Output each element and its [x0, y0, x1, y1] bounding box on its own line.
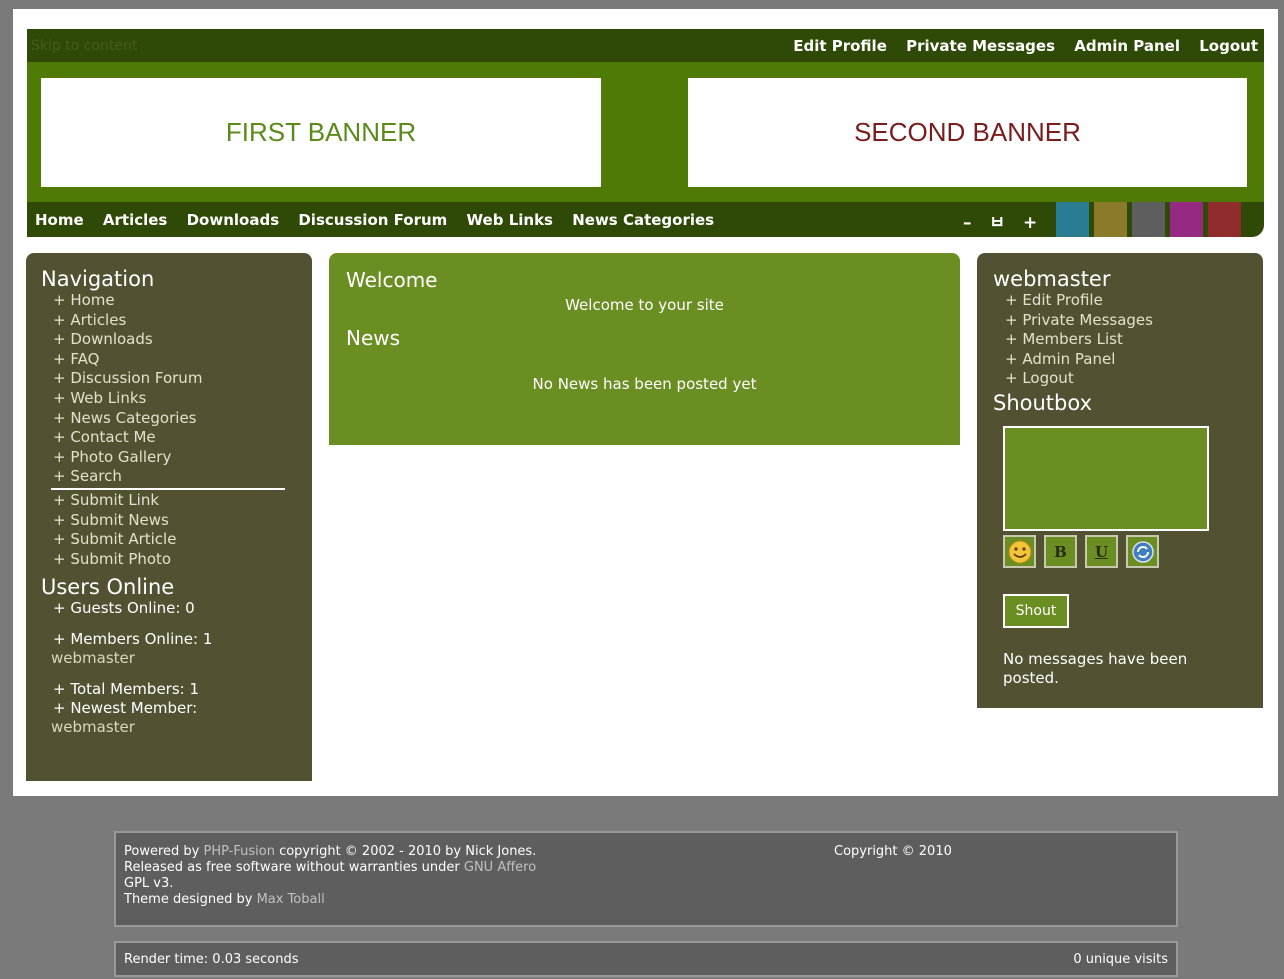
underline-button[interactable]: U: [1085, 535, 1118, 568]
smiley-button[interactable]: [1003, 535, 1036, 568]
left-nav-articles[interactable]: + Articles: [41, 311, 285, 331]
guests-online: + Guests Online: 0: [53, 599, 195, 618]
edit-profile-link[interactable]: Edit Profile: [793, 37, 887, 55]
main-nav: Home Articles Downloads Discussion Forum…: [27, 202, 1264, 237]
top-bar: Skip to content Edit Profile Private Mes…: [27, 29, 1264, 62]
right-admin-panel[interactable]: + Admin Panel: [993, 350, 1153, 370]
left-nav-downloads[interactable]: + Downloads: [41, 330, 285, 350]
navigation-title: Navigation: [41, 267, 155, 291]
page-container: Skip to content Edit Profile Private Mes…: [13, 9, 1278, 796]
left-nav-faq[interactable]: + FAQ: [41, 350, 285, 370]
theme-text: Theme designed by: [124, 892, 257, 907]
left-nav-submit-article[interactable]: + Submit Article: [41, 530, 285, 550]
left-nav-photo-gallery[interactable]: + Photo Gallery: [41, 448, 285, 468]
center-panel: Welcome Welcome to your site News No New…: [329, 253, 960, 445]
font-size-controls: – ㅂ +: [963, 208, 1049, 233]
smiley-icon: [1008, 540, 1031, 563]
welcome-text: Welcome to your site: [565, 296, 724, 314]
font-reset-button[interactable]: ㅂ: [989, 213, 1005, 233]
users-online-title: Users Online: [41, 575, 175, 600]
font-decrease-button[interactable]: –: [963, 213, 972, 233]
second-banner: SECOND BANNER: [688, 78, 1247, 187]
right-members-list[interactable]: + Members List: [993, 330, 1153, 350]
left-nav-submit-photo[interactable]: + Submit Photo: [41, 550, 285, 570]
newest-member: + Newest Member:: [53, 699, 198, 718]
powered-by-text: Powered by: [124, 844, 204, 859]
welcome-title: Welcome: [346, 268, 438, 292]
license-tail-text: GPL v3.: [124, 876, 174, 891]
nav-articles[interactable]: Articles: [103, 211, 167, 229]
nav-discussion-forum[interactable]: Discussion Forum: [298, 211, 447, 229]
first-banner: FIRST BANNER: [41, 78, 601, 187]
shoutbox-textarea[interactable]: [1003, 426, 1209, 531]
footer: Powered by PHP-Fusion copyright © 2002 -…: [114, 831, 1178, 927]
logout-link[interactable]: Logout: [1199, 37, 1258, 55]
left-nav-home[interactable]: + Home: [41, 291, 285, 311]
left-nav-discussion-forum[interactable]: + Discussion Forum: [41, 369, 285, 389]
right-edit-profile[interactable]: + Edit Profile: [993, 291, 1153, 311]
render-time: Render time: 0.03 seconds: [124, 952, 299, 967]
nav-web-links[interactable]: Web Links: [467, 211, 553, 229]
user-panel-title: webmaster: [993, 267, 1111, 291]
nav-downloads[interactable]: Downloads: [187, 211, 280, 229]
user-links: Edit Profile Private Messages Admin Pane…: [779, 37, 1258, 55]
nav-divider: [51, 487, 285, 490]
copyright-text: copyright © 2002 - 2010 by Nick Jones.: [274, 844, 537, 859]
footer-credits: Powered by PHP-Fusion copyright © 2002 -…: [124, 844, 644, 908]
news-text: No News has been posted yet: [532, 375, 757, 393]
right-private-messages[interactable]: + Private Messages: [993, 311, 1153, 331]
font-increase-button[interactable]: +: [1023, 213, 1037, 233]
refresh-icon: [1131, 540, 1154, 563]
render-bar: Render time: 0.03 seconds 0 unique visit…: [114, 941, 1178, 977]
right-logout[interactable]: + Logout: [993, 369, 1153, 389]
unique-visits: 0 unique visits: [1073, 952, 1168, 967]
left-nav-submit-news[interactable]: + Submit News: [41, 511, 285, 531]
main-nav-links: Home Articles Downloads Discussion Forum…: [35, 211, 728, 229]
license-link[interactable]: GNU Affero: [464, 860, 536, 875]
theme-author-link[interactable]: Max Toball: [257, 892, 325, 907]
private-messages-link[interactable]: Private Messages: [906, 37, 1055, 55]
left-nav-search[interactable]: + Search: [41, 467, 285, 487]
refresh-button[interactable]: [1126, 535, 1159, 568]
color-swatch-red[interactable]: [1208, 202, 1241, 237]
color-swatch-olive[interactable]: [1094, 202, 1127, 237]
site-copyright: Copyright © 2010: [834, 844, 952, 859]
members-online: + Members Online: 1: [53, 630, 213, 649]
bold-button[interactable]: B: [1044, 535, 1077, 568]
user-panel: webmaster + Edit Profile + Private Messa…: [993, 267, 1153, 415]
shout-button[interactable]: Shout: [1003, 594, 1069, 628]
released-text: Released as free software without warran…: [124, 860, 464, 875]
navigation-panel: Navigation + Home + Articles + Downloads…: [41, 267, 285, 737]
members-online-name[interactable]: webmaster: [41, 649, 285, 668]
php-fusion-link[interactable]: PHP-Fusion: [203, 844, 274, 859]
newest-member-name[interactable]: webmaster: [41, 718, 285, 737]
right-panel: webmaster + Edit Profile + Private Messa…: [977, 253, 1263, 708]
left-nav-news-categories[interactable]: + News Categories: [41, 409, 285, 429]
nav-news-categories[interactable]: News Categories: [572, 211, 714, 229]
nav-home[interactable]: Home: [35, 211, 84, 229]
total-members: + Total Members: 1: [53, 680, 200, 699]
left-nav-web-links[interactable]: + Web Links: [41, 389, 285, 409]
banner-area: FIRST BANNER SECOND BANNER: [27, 62, 1264, 202]
color-swatch-teal[interactable]: [1056, 202, 1089, 237]
no-messages-text: No messages have been posted.: [1003, 650, 1188, 687]
left-nav-contact-me[interactable]: + Contact Me: [41, 428, 285, 448]
admin-panel-link[interactable]: Admin Panel: [1074, 37, 1180, 55]
skip-to-content-link[interactable]: Skip to content: [31, 38, 137, 54]
color-swatch-magenta[interactable]: [1170, 202, 1203, 237]
shoutbox-title: Shoutbox: [993, 390, 1092, 415]
left-nav-submit-link[interactable]: + Submit Link: [41, 491, 285, 511]
color-swatch-gray[interactable]: [1132, 202, 1165, 237]
left-panel: Navigation + Home + Articles + Downloads…: [26, 253, 312, 781]
news-title: News: [346, 326, 401, 350]
